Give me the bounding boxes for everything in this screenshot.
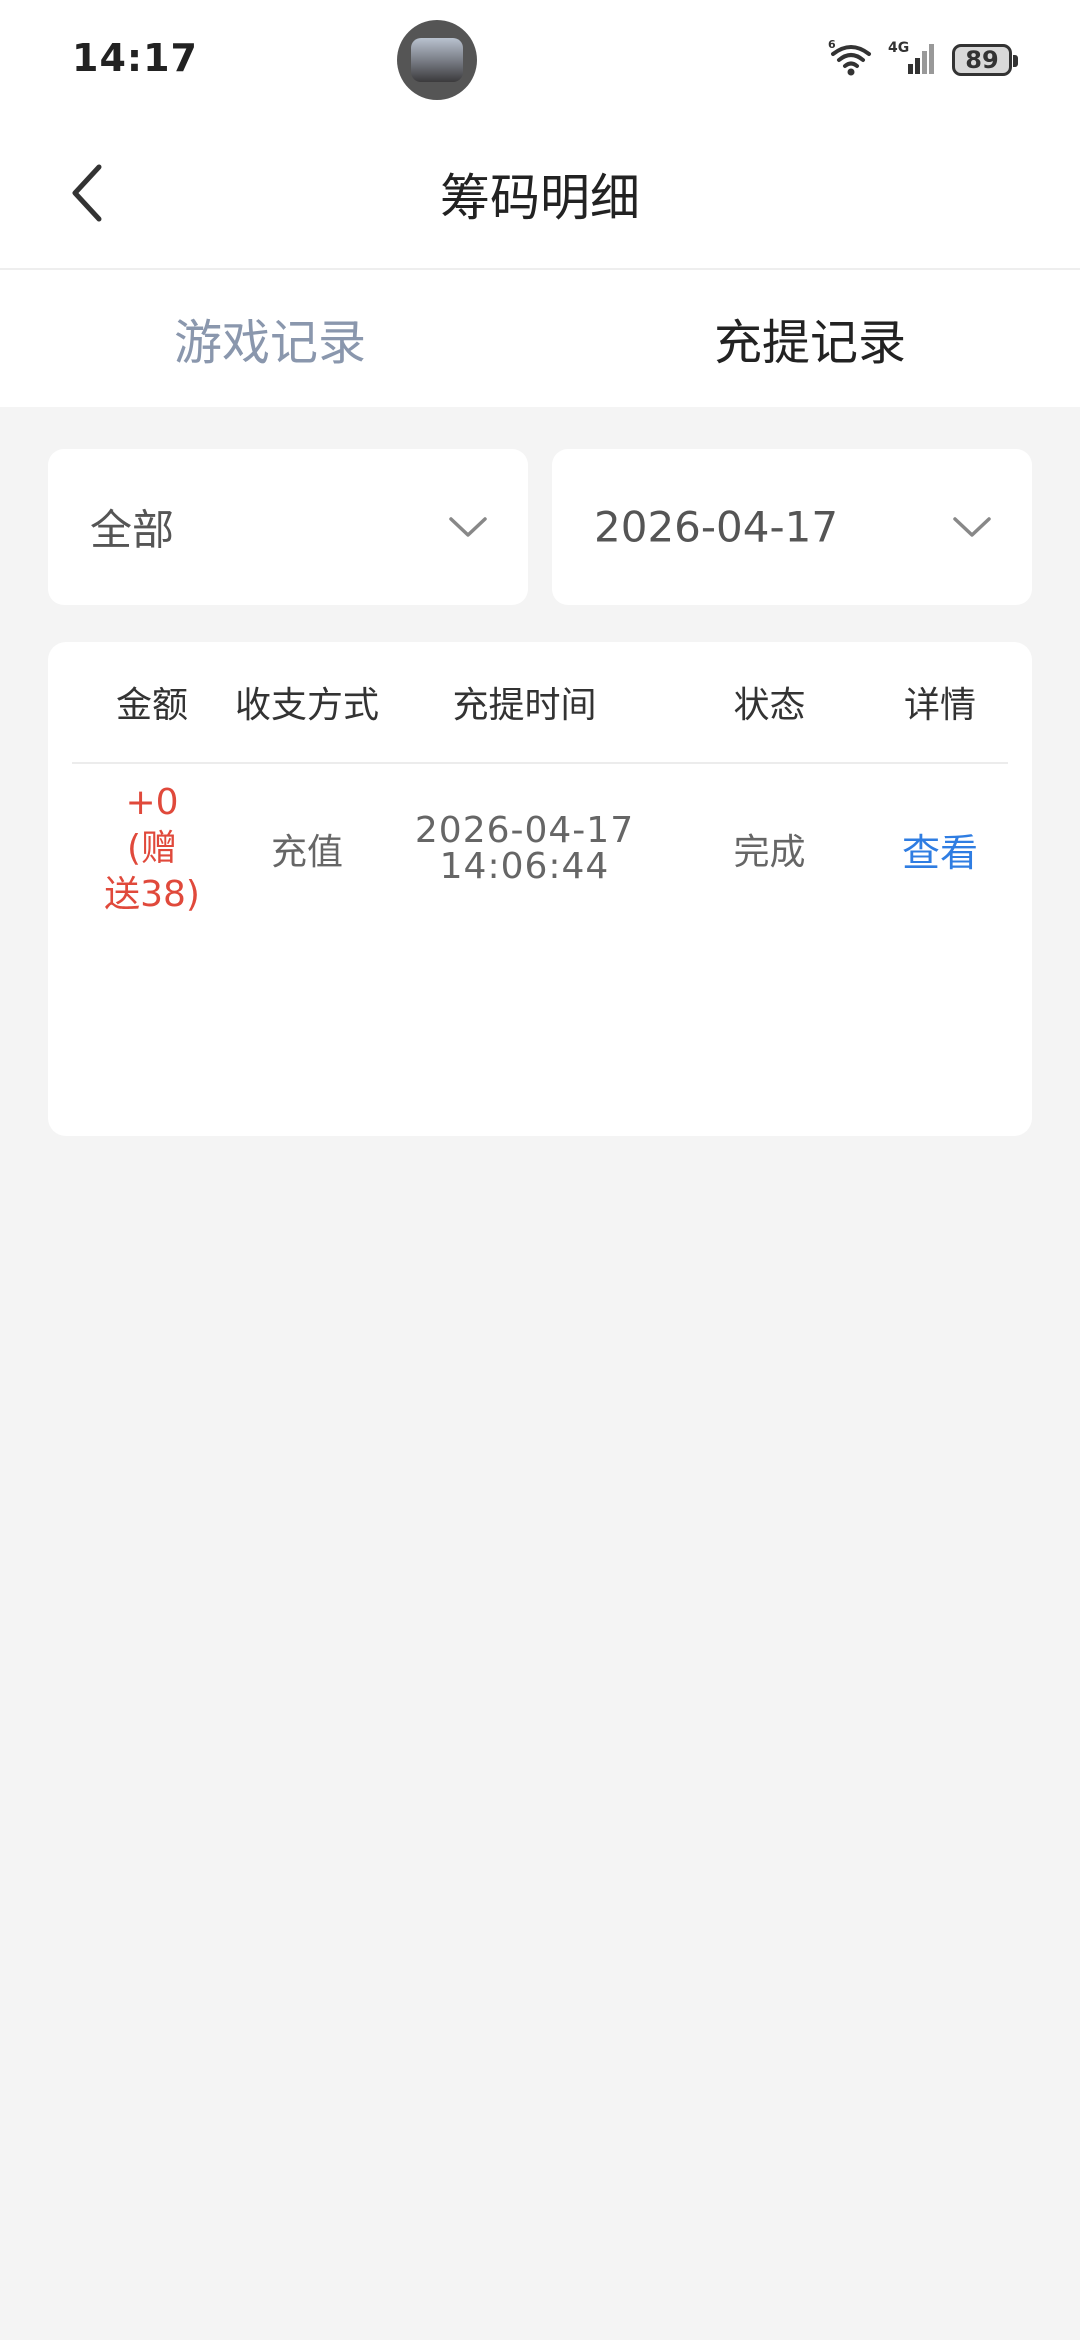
chevron-down-icon [953, 517, 991, 537]
type-filter-dropdown[interactable]: 全部 [48, 449, 528, 605]
avatar-image [411, 38, 463, 82]
cell-time: 2026-04-17 14:06:44 [382, 813, 667, 885]
tab-game-records[interactable]: 游戏记录 [0, 270, 540, 407]
cell-method: 充值 [270, 832, 343, 873]
status-time: 14:17 [72, 36, 198, 80]
date-filter-value: 2026-04-17 [594, 502, 839, 552]
cell-amount: +0 (赠 送38) [72, 780, 232, 918]
column-header-time: 充提时间 [452, 685, 597, 726]
table-header: 金额 收支方式 充提时间 状态 详情 [72, 642, 1008, 764]
type-filter-value: 全部 [90, 505, 175, 555]
column-header-status: 状态 [733, 685, 806, 726]
battery-icon: 89 [952, 44, 1018, 76]
tab-deposit-withdraw-records[interactable]: 充提记录 [540, 270, 1080, 407]
column-header-method: 收支方式 [234, 685, 379, 726]
chevron-down-icon [449, 517, 487, 537]
view-detail-link[interactable]: 查看 [902, 822, 978, 877]
records-card: 金额 收支方式 充提时间 状态 详情 +0 (赠 送38) 充值 2026-04… [48, 642, 1032, 1136]
wifi-icon: 6 [828, 38, 874, 82]
nav-bar: 筹码明细 [0, 120, 1080, 270]
table-row: +0 (赠 送38) 充值 2026-04-17 14:06:44 完成 查看 [72, 764, 1008, 934]
time-value: 2026-04-17 14:06:44 [414, 810, 635, 887]
cell-detail: 查看 [872, 822, 1008, 877]
wifi-label: 6 [828, 38, 836, 51]
page-title: 筹码明细 [440, 169, 640, 227]
status-icons: 6 4G 89 [828, 36, 1018, 84]
column-header-detail: 详情 [903, 685, 976, 726]
amount-value: +0 (赠 送38) [104, 782, 200, 915]
cell-status: 完成 [733, 832, 806, 873]
record-tabs: 游戏记录 充提记录 [0, 270, 1080, 407]
cellular-signal-icon: 4G [888, 38, 938, 82]
column-header-amount: 金额 [115, 685, 188, 726]
status-bar: 14:17 6 4G 89 [0, 0, 1080, 120]
floating-avatar[interactable] [397, 20, 477, 100]
battery-level: 89 [965, 46, 999, 74]
date-filter-dropdown[interactable]: 2026-04-17 [552, 449, 1032, 605]
network-label: 4G [888, 40, 909, 56]
